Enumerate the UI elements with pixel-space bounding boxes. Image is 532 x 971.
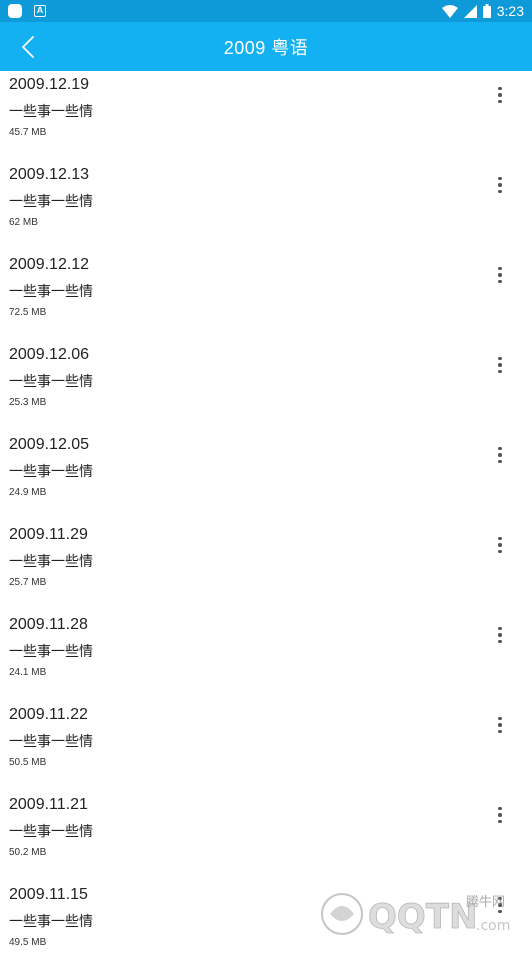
more-vert-icon-dot <box>498 633 502 637</box>
more-vert-icon-dot <box>498 93 502 97</box>
more-options-button[interactable] <box>488 621 512 649</box>
more-vert-icon-dot <box>498 723 502 727</box>
item-date: 2009.12.05 <box>9 436 89 454</box>
item-size: 24.9 MB <box>9 487 46 498</box>
page-title: 2009 粤语 <box>224 34 309 60</box>
item-date: 2009.11.28 <box>9 616 88 634</box>
more-options-button[interactable] <box>488 351 512 379</box>
item-size: 50.5 MB <box>9 757 46 768</box>
more-vert-icon-dot <box>498 100 502 104</box>
item-date: 2009.11.22 <box>9 706 88 724</box>
item-size: 72.5 MB <box>9 307 46 318</box>
item-title: 一些事一些情 <box>9 911 93 931</box>
more-vert-icon-dot <box>498 177 502 181</box>
more-vert-icon-dot <box>498 897 502 901</box>
more-vert-icon-dot <box>498 910 502 914</box>
item-title: 一些事一些情 <box>9 461 93 481</box>
back-button[interactable] <box>10 22 46 71</box>
chevron-left-icon <box>21 35 35 59</box>
status-bar: A 3:23 <box>0 0 532 22</box>
item-date: 2009.12.19 <box>9 76 89 94</box>
more-vert-icon-dot <box>498 820 502 824</box>
list-item[interactable]: 2009.12.12 一些事一些情 72.5 MB <box>0 251 532 341</box>
more-vert-icon-dot <box>498 453 502 457</box>
more-vert-icon-dot <box>498 280 502 284</box>
item-title: 一些事一些情 <box>9 371 93 391</box>
list-item[interactable]: 2009.12.19 一些事一些情 45.7 MB <box>0 71 532 161</box>
signal-icon <box>464 5 477 18</box>
item-date: 2009.12.06 <box>9 346 89 364</box>
list-item[interactable]: 2009.12.06 一些事一些情 25.3 MB <box>0 341 532 431</box>
status-left: A <box>8 4 46 18</box>
more-vert-icon-dot <box>498 460 502 464</box>
list-item[interactable]: 2009.11.21 一些事一些情 50.2 MB <box>0 791 532 881</box>
more-options-button[interactable] <box>488 81 512 109</box>
more-vert-icon-dot <box>498 717 502 721</box>
item-date: 2009.11.15 <box>9 886 88 904</box>
list-item[interactable]: 2009.11.28 一些事一些情 24.1 MB <box>0 611 532 701</box>
status-time: 3:23 <box>497 3 524 19</box>
more-vert-icon-dot <box>498 807 502 811</box>
item-title: 一些事一些情 <box>9 821 93 841</box>
item-date: 2009.11.29 <box>9 526 88 544</box>
app-notification-icon <box>8 4 22 18</box>
more-vert-icon-dot <box>498 357 502 361</box>
app-bar: 2009 粤语 <box>0 22 532 71</box>
more-vert-icon-dot <box>498 903 502 907</box>
list-item[interactable]: 2009.12.05 一些事一些情 24.9 MB <box>0 431 532 521</box>
item-size: 62 MB <box>9 217 38 228</box>
more-vert-icon-dot <box>498 273 502 277</box>
episode-list: 2009.12.19 一些事一些情 45.7 MB 2009.12.13 一些事一些情 6… <box>0 71 532 971</box>
item-date: 2009.12.13 <box>9 166 89 184</box>
item-size: 49.5 MB <box>9 937 46 948</box>
item-size: 25.7 MB <box>9 577 46 588</box>
status-right: 3:23 <box>442 3 524 19</box>
more-options-button[interactable] <box>488 801 512 829</box>
list-item[interactable]: 2009.11.29 一些事一些情 25.7 MB <box>0 521 532 611</box>
more-vert-icon-dot <box>498 447 502 451</box>
more-vert-icon-dot <box>498 550 502 554</box>
more-vert-icon-dot <box>498 640 502 644</box>
item-title: 一些事一些情 <box>9 101 93 121</box>
item-size: 24.1 MB <box>9 667 46 678</box>
item-title: 一些事一些情 <box>9 281 93 301</box>
more-vert-icon-dot <box>498 190 502 194</box>
more-options-button[interactable] <box>488 441 512 469</box>
more-options-button[interactable] <box>488 171 512 199</box>
item-size: 45.7 MB <box>9 127 46 138</box>
more-vert-icon-dot <box>498 363 502 367</box>
item-title: 一些事一些情 <box>9 731 93 751</box>
item-title: 一些事一些情 <box>9 641 93 661</box>
list-item[interactable]: 2009.12.13 一些事一些情 62 MB <box>0 161 532 251</box>
more-vert-icon-dot <box>498 183 502 187</box>
more-options-button[interactable] <box>488 531 512 559</box>
more-options-button[interactable] <box>488 891 512 919</box>
list-item[interactable]: 2009.11.15 一些事一些情 49.5 MB <box>0 881 532 971</box>
more-vert-icon-dot <box>498 370 502 374</box>
list-item[interactable]: 2009.11.22 一些事一些情 50.5 MB <box>0 701 532 791</box>
item-date: 2009.11.21 <box>9 796 88 814</box>
wifi-icon <box>442 5 458 18</box>
more-vert-icon-dot <box>498 87 502 91</box>
more-vert-icon-dot <box>498 537 502 541</box>
more-vert-icon-dot <box>498 813 502 817</box>
item-title: 一些事一些情 <box>9 551 93 571</box>
more-vert-icon-dot <box>498 627 502 631</box>
more-options-button[interactable] <box>488 261 512 289</box>
item-size: 50.2 MB <box>9 847 46 858</box>
more-vert-icon-dot <box>498 730 502 734</box>
item-title: 一些事一些情 <box>9 191 93 211</box>
more-vert-icon-dot <box>498 267 502 271</box>
more-vert-icon-dot <box>498 543 502 547</box>
more-options-button[interactable] <box>488 711 512 739</box>
battery-icon <box>483 4 491 18</box>
item-size: 25.3 MB <box>9 397 46 408</box>
a-icon: A <box>34 5 46 17</box>
item-date: 2009.12.12 <box>9 256 89 274</box>
